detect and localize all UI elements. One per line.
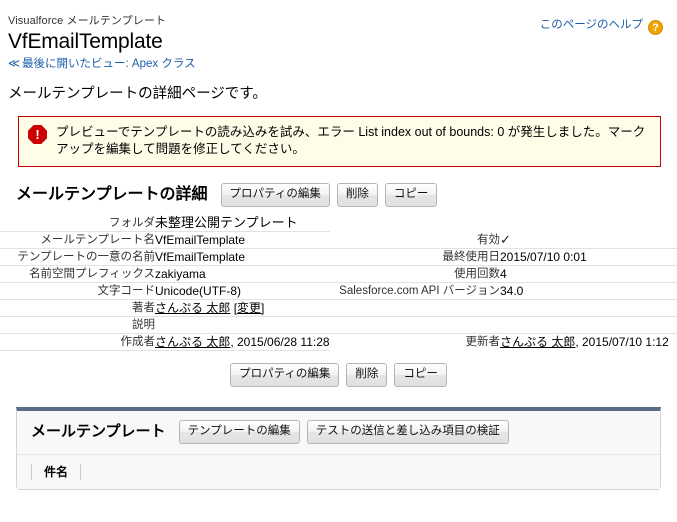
field-value-template-name: VfEmailTemplate [155,231,330,249]
field-label-empty-5 [330,299,500,317]
error-banner-wrapper: ! プレビューでテンプレートの読み込みを試み、エラー List index ou… [0,104,677,167]
field-value-updated-by: さんぷる 太郎, 2015/07/10 1:12 [500,334,677,351]
field-label-author: 著者 [0,299,155,317]
breadcrumb[interactable]: ≪ 最後に開いたビュー: Apex クラス [8,56,659,72]
field-value-unique-name: VfEmailTemplate [155,248,330,266]
field-value-usage-count: 4 [500,265,677,283]
field-value-encoding: Unicode(UTF-8) [155,282,330,300]
created-by-timestamp: , 2015/06/28 11:28 [230,335,330,349]
field-value-active-checkmark: ✓ [500,231,677,249]
table-row: テンプレートの一意の名前 VfEmailTemplate 最終使用日 2015/… [0,248,677,266]
table-row: フォルダ 未整理公開テンプレート [0,215,677,232]
field-value-empty-0 [500,215,677,232]
column-header-subject[interactable]: 件名 [31,464,82,480]
field-value-description [155,316,330,334]
detail-section-header: メールテンプレートの詳細 プロパティの編集 削除 コピー [0,167,677,215]
copy-button-bottom[interactable]: コピー [394,363,447,387]
related-list-button-row: テンプレートの編集 テストの送信と差し込み項目の検証 [178,420,509,444]
delete-button-bottom[interactable]: 削除 [346,363,388,387]
table-row: 文字コード Unicode(UTF-8) Salesforce.com API … [0,282,677,300]
field-label-empty-0 [330,215,500,232]
help-question-icon[interactable]: ? [648,20,663,35]
field-label-last-used-date: 最終使用日 [330,248,500,266]
edit-template-button[interactable]: テンプレートの編集 [178,420,300,444]
related-list-column-headers: 件名 [17,455,660,489]
table-row: メールテンプレート名 VfEmailTemplate 有効 ✓ [0,231,677,249]
field-label-unique-name: テンプレートの一意の名前 [0,248,155,266]
field-label-folder: フォルダ [0,215,155,232]
author-user-link[interactable]: さんぷる 太郎 [155,301,230,315]
send-test-button[interactable]: テストの送信と差し込み項目の検証 [306,420,509,444]
field-value-created-by: さんぷる 太郎, 2015/06/28 11:28 [155,333,330,351]
field-value-empty-5 [500,299,677,317]
field-value-last-used-date: 2015/07/10 0:01 [500,248,677,266]
related-list-header: メールテンプレート テンプレートの編集 テストの送信と差し込み項目の検証 [17,411,660,455]
table-row: 説明 [0,316,677,334]
back-chevron-icon: ≪ [8,58,21,70]
help-for-this-page[interactable]: このページのヘルプ? [540,16,663,35]
edit-properties-button-bottom[interactable]: プロパティの編集 [230,363,340,387]
field-value-api-version: 34.0 [500,282,677,300]
error-octagon-icon: ! [28,125,47,144]
error-banner: ! プレビューでテンプレートの読み込みを試み、エラー List index ou… [18,116,661,167]
page-header: Visualforce メールテンプレート VfEmailTemplate ≪ 最… [0,0,677,72]
field-label-namespace-prefix: 名前空間プレフィックス [0,265,155,283]
author-change-link[interactable]: [変更] [234,301,265,315]
detail-top-button-row: プロパティの編集 削除 コピー [220,183,438,207]
page-description: メールテンプレートの詳細ページです。 [8,86,267,102]
error-message: プレビューでテンプレートの読み込みを試み、エラー List index out … [56,125,646,156]
delete-button[interactable]: 削除 [336,183,378,207]
field-value-author: さんぷる 太郎 [変更] [155,299,330,317]
field-label-usage-count: 使用回数 [330,265,500,283]
copy-button[interactable]: コピー [384,183,438,207]
email-template-related-list: メールテンプレート テンプレートの編集 テストの送信と差し込み項目の検証 件名 [16,407,661,490]
field-label-empty-6 [330,316,500,334]
related-list-title: メールテンプレート [31,423,166,440]
field-label-active: 有効 [330,231,500,249]
detail-field-table: フォルダ 未整理公開テンプレート メールテンプレート名 VfEmailTempl… [0,215,677,351]
field-value-empty-6 [500,316,677,334]
updated-by-timestamp: , 2015/07/10 1:12 [575,335,669,349]
detail-bottom-button-row: プロパティの編集 削除 コピー [0,351,677,387]
field-label-api-version: Salesforce.com API バージョン [330,282,500,300]
detail-section-title: メールテンプレートの詳細 [16,186,208,203]
help-link-label[interactable]: このページのヘルプ [540,19,643,31]
created-by-user-link[interactable]: さんぷる 太郎 [155,335,230,349]
field-label-template-name: メールテンプレート名 [0,231,155,249]
field-label-created-by: 作成者 [0,333,155,351]
updated-by-user-link[interactable]: さんぷる 太郎 [500,335,575,349]
edit-properties-button[interactable]: プロパティの編集 [220,183,330,207]
field-label-encoding: 文字コード [0,282,155,300]
table-row: 著者 さんぷる 太郎 [変更] [0,299,677,317]
table-row: 作成者 さんぷる 太郎, 2015/06/28 11:28 更新者 さんぷる 太… [0,333,677,351]
breadcrumb-last-view-link[interactable]: 最後に開いたビュー: Apex クラス [22,58,196,70]
field-label-updated-by: 更新者 [465,336,501,348]
table-row: 名前空間プレフィックス zakiyama 使用回数 4 [0,265,677,283]
related-list-wrapper: メールテンプレート テンプレートの編集 テストの送信と差し込み項目の検証 件名 [0,387,677,490]
field-value-folder: 未整理公開テンプレート [155,215,330,232]
field-value-namespace-prefix: zakiyama [155,265,330,283]
field-label-description: 説明 [0,316,155,334]
error-exclamation-glyph: ! [35,127,40,142]
email-template-detail-page: Visualforce メールテンプレート VfEmailTemplate ≪ 最… [0,0,677,522]
